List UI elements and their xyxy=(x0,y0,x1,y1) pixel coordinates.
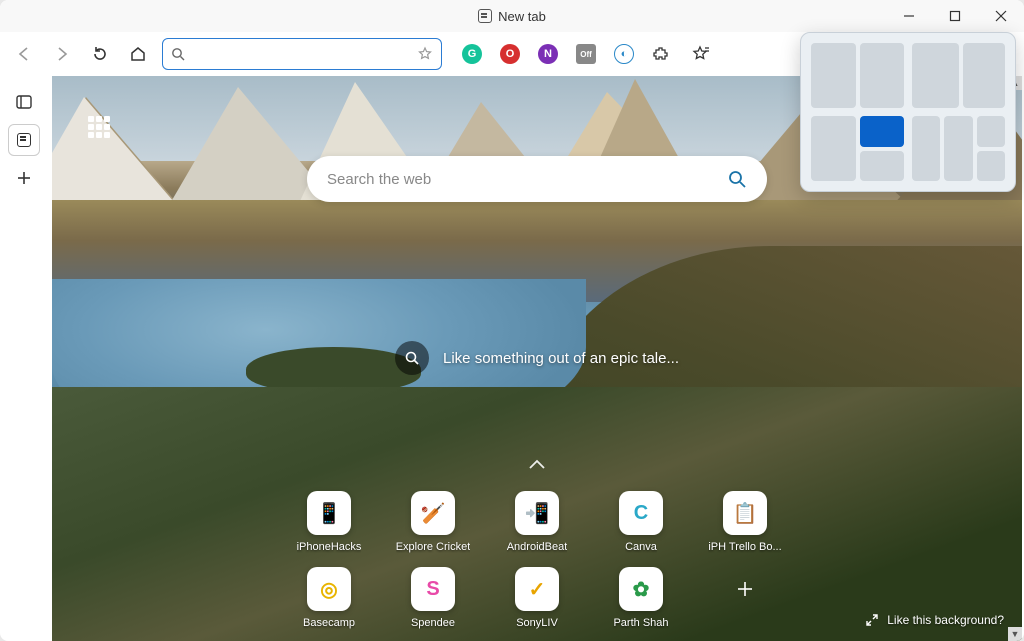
like-background-text: Like this background? xyxy=(887,613,1004,627)
plus-icon xyxy=(723,567,767,611)
caption-text: Like something out of an epic tale... xyxy=(443,350,679,367)
image-caption: Like something out of an epic tale... xyxy=(395,341,679,375)
quick-link-tile[interactable]: S Spendee xyxy=(411,567,455,629)
extension-onenote[interactable]: N xyxy=(534,40,562,68)
tab-actions-button[interactable] xyxy=(8,86,40,118)
new-tab-button[interactable] xyxy=(8,162,40,194)
tile-label: Explore Cricket xyxy=(396,541,471,553)
titlebar: New tab xyxy=(0,0,1024,32)
quick-link-tile[interactable]: ◎ Basecamp xyxy=(303,567,355,629)
window-title: New tab xyxy=(478,9,546,24)
tile-label: Parth Shah xyxy=(613,617,668,629)
quick-link-tile[interactable]: ✓ SonyLIV xyxy=(515,567,559,629)
quick-links-grid: 📱 iPhoneHacks 🏏 Explore Cricket 📲 AndroidBeat… xyxy=(281,491,793,629)
tile-icon: 🏏 xyxy=(411,491,455,535)
snap-layout-1-2[interactable] xyxy=(811,116,904,181)
extension-offline[interactable]: Off xyxy=(572,40,600,68)
forward-button[interactable] xyxy=(48,40,76,68)
add-site-button[interactable] xyxy=(723,567,767,629)
favorite-star-icon[interactable] xyxy=(417,46,433,62)
tile-icon: C xyxy=(619,491,663,535)
snap-zone[interactable] xyxy=(860,43,905,108)
snap-zone[interactable] xyxy=(811,116,856,181)
snap-layout-2col[interactable] xyxy=(811,43,904,108)
tile-icon: ✿ xyxy=(619,567,663,611)
extension-circle[interactable]: ◐ xyxy=(610,40,638,68)
quick-link-tile[interactable]: C Canva xyxy=(619,491,663,553)
like-background-link[interactable]: Like this background? xyxy=(865,613,1004,627)
expand-icon xyxy=(865,613,879,627)
minimize-button[interactable] xyxy=(886,0,932,32)
tile-label: SonyLIV xyxy=(516,617,558,629)
tile-label: iPhoneHacks xyxy=(297,541,362,553)
tile-label: iPH Trello Bo... xyxy=(708,541,781,553)
extension-buttons: GON Off ◐ xyxy=(458,40,638,68)
home-button[interactable] xyxy=(124,40,152,68)
tile-label: AndroidBeat xyxy=(507,541,568,553)
tile-icon: ✓ xyxy=(515,567,559,611)
snap-layout-flyout xyxy=(800,32,1016,192)
snap-layout-3col[interactable] xyxy=(912,116,1005,181)
snap-layout-2col-wide[interactable] xyxy=(912,43,1005,108)
snap-zone[interactable] xyxy=(944,116,972,181)
tile-icon: 📋 xyxy=(723,491,767,535)
address-bar[interactable] xyxy=(162,38,442,70)
caption-search-icon[interactable] xyxy=(395,341,429,375)
tile-icon: S xyxy=(411,567,455,611)
extensions-button[interactable] xyxy=(648,40,676,68)
snap-zone[interactable] xyxy=(963,43,1005,108)
favorites-button[interactable] xyxy=(686,40,714,68)
snap-zone[interactable] xyxy=(860,151,905,182)
address-input[interactable] xyxy=(191,47,433,62)
quick-link-tile[interactable]: ✿ Parth Shah xyxy=(613,567,668,629)
extension-grammarly[interactable]: G xyxy=(458,40,486,68)
close-button[interactable] xyxy=(978,0,1024,32)
tile-label: Canva xyxy=(625,541,657,553)
tile-label: Spendee xyxy=(411,617,455,629)
extension-adblock[interactable]: O xyxy=(496,40,524,68)
window-title-text: New tab xyxy=(498,9,546,24)
snap-zone[interactable] xyxy=(977,116,1005,147)
snap-zone[interactable] xyxy=(811,43,856,108)
vertical-tab-sidebar xyxy=(8,86,44,194)
browser-window: New tab GON Off ◐ xyxy=(0,0,1024,641)
app-launcher-icon[interactable] xyxy=(88,116,110,138)
tile-icon: 📱 xyxy=(307,491,351,535)
tile-icon: ◎ xyxy=(307,567,351,611)
tile-label: Basecamp xyxy=(303,617,355,629)
scroll-down-button[interactable]: ▼ xyxy=(1008,627,1022,641)
quick-link-tile[interactable]: 📲 AndroidBeat xyxy=(507,491,568,553)
newtab-icon xyxy=(478,9,492,23)
web-search-box[interactable] xyxy=(307,156,767,202)
quick-link-tile[interactable]: 🏏 Explore Cricket xyxy=(396,491,471,553)
snap-zone-active[interactable] xyxy=(860,116,905,147)
search-icon[interactable] xyxy=(727,169,747,189)
window-controls xyxy=(886,0,1024,32)
refresh-button[interactable] xyxy=(86,40,114,68)
back-button[interactable] xyxy=(10,40,38,68)
quick-link-tile[interactable]: 📋 iPH Trello Bo... xyxy=(708,491,781,553)
web-search-input[interactable] xyxy=(327,171,727,188)
tile-icon: 📲 xyxy=(515,491,559,535)
snap-zone[interactable] xyxy=(912,43,959,108)
snap-zone[interactable] xyxy=(912,116,940,181)
search-icon xyxy=(171,47,185,61)
snap-zone[interactable] xyxy=(977,151,1005,182)
scroll-up-chevron[interactable] xyxy=(527,457,547,471)
quick-link-tile[interactable]: 📱 iPhoneHacks xyxy=(297,491,362,553)
maximize-button[interactable] xyxy=(932,0,978,32)
current-tab-button[interactable] xyxy=(8,124,40,156)
